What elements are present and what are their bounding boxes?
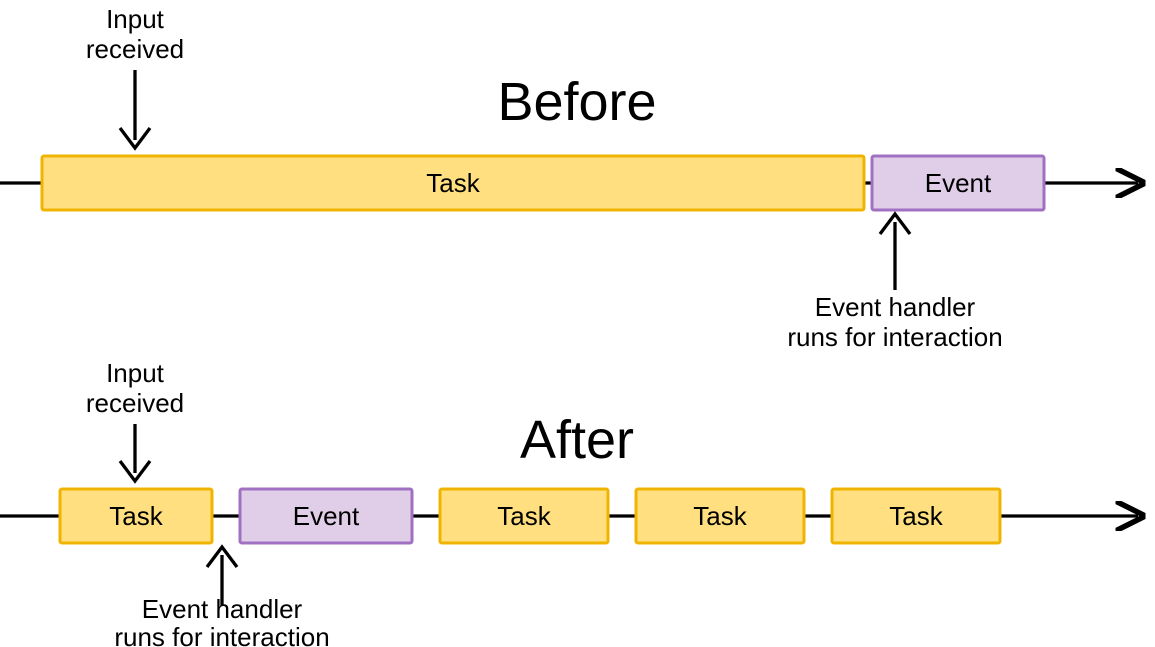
before-input-arrow (120, 70, 150, 148)
after-task-box-3: Task (636, 489, 804, 543)
after-event-box: Event (240, 489, 412, 543)
after-handler-label-l1: Event handler (142, 594, 303, 624)
before-task-label: Task (426, 168, 480, 198)
before-input-label-l2: received (86, 34, 184, 64)
before-task-box: Task (42, 156, 864, 210)
diagram-root: Before Input received Task Event Event h… (0, 0, 1155, 647)
after-input-label-l2: received (86, 388, 184, 418)
before-event-label: Event (925, 168, 992, 198)
after-task-box-4: Task (832, 489, 1000, 543)
after-title: After (520, 410, 634, 470)
after-input-arrow (120, 424, 150, 481)
before-handler-label-l1: Event handler (815, 292, 976, 322)
after-event-label: Event (293, 501, 360, 531)
after-task-box-1: Task (60, 489, 212, 543)
before-event-box: Event (872, 156, 1044, 210)
before-title: Before (497, 72, 656, 132)
before-handler-label-l2: runs for interaction (787, 322, 1002, 352)
after-task-box-2: Task (440, 489, 608, 543)
after-input-label-l1: Input (106, 358, 165, 388)
before-input-label-l1: Input (106, 4, 165, 34)
after-task-label-2: Task (497, 501, 551, 531)
after-task-label-4: Task (889, 501, 943, 531)
after-task-label-3: Task (693, 501, 747, 531)
after-handler-label-l2: runs for interaction (114, 622, 329, 647)
after-task-label-1: Task (109, 501, 163, 531)
before-handler-arrow (880, 214, 910, 290)
